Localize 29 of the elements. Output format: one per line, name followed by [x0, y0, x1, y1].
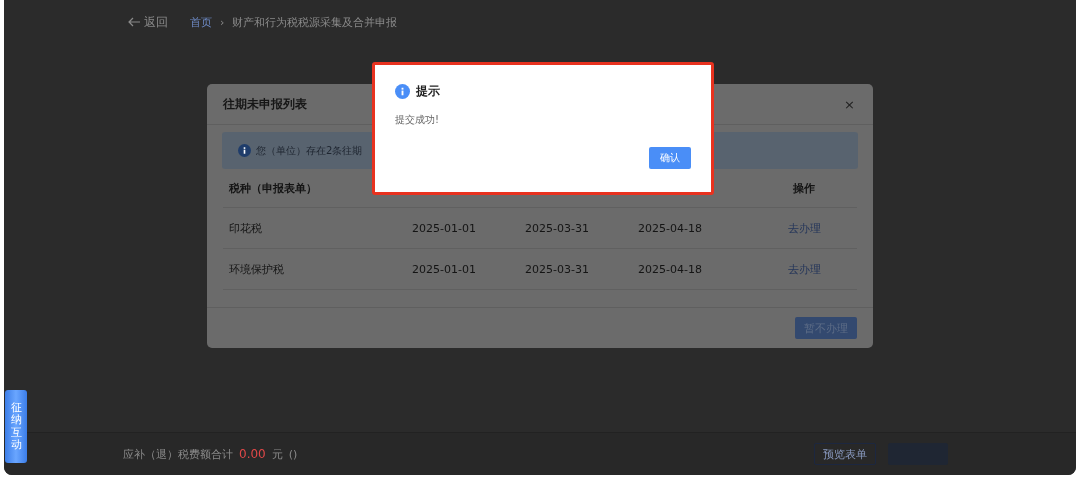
- alert-title: 提示: [416, 83, 440, 100]
- table-cell: 印花税: [223, 208, 406, 249]
- preview-button[interactable]: 预览表单: [814, 443, 876, 465]
- info-icon: [238, 144, 251, 157]
- total-label: 应补（退）税费额合计: [123, 446, 233, 462]
- action-link[interactable]: 去办理: [787, 220, 821, 236]
- column-header: 操作: [745, 181, 857, 208]
- table-cell: 环境保护税: [223, 249, 406, 290]
- alert-message: 提交成功!: [395, 113, 440, 127]
- total-note: (): [288, 447, 298, 461]
- total-amount: 0.00: [239, 447, 266, 461]
- table-cell: 2025-01-01: [406, 208, 519, 249]
- back-link[interactable]: 返回: [128, 13, 168, 31]
- close-button[interactable]: ×: [844, 96, 855, 112]
- action-link[interactable]: 去办理: [787, 261, 821, 277]
- home-link[interactable]: 首页: [190, 14, 212, 30]
- table-cell: 2025-03-31: [519, 208, 632, 249]
- page-title: 财产和行为税税源采集及合并申报: [232, 14, 398, 30]
- info-icon: [395, 84, 410, 99]
- table-cell: 2025-04-18: [632, 208, 745, 249]
- side-tab[interactable]: 征纳互动: [5, 390, 27, 463]
- arrow-left-icon: [128, 17, 140, 27]
- breadcrumb-separator: ›: [220, 15, 225, 29]
- confirm-button[interactable]: 确认: [649, 147, 691, 169]
- table-cell: 2025-03-31: [519, 249, 632, 290]
- unit-label: 元: [271, 446, 283, 462]
- dialog-title: 往期未申报列表: [223, 95, 307, 113]
- table-cell: 2025-04-18: [632, 249, 745, 290]
- table-cell: 2025-01-01: [406, 249, 519, 290]
